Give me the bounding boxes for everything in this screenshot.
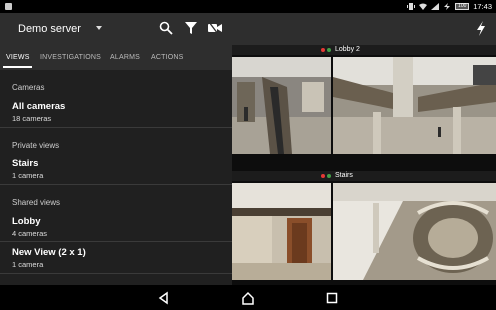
tab-views[interactable]: VIEWS [6, 54, 30, 61]
camera-off-icon[interactable] [208, 21, 222, 35]
camera-feed-lobby-2[interactable] [333, 57, 496, 154]
charging-icon [444, 3, 451, 10]
flash-icon[interactable] [476, 21, 486, 36]
status-dot-green [327, 174, 331, 178]
item-title: Lobby [12, 216, 41, 227]
tab-actions[interactable]: ACTIONS [151, 54, 184, 61]
camera-label-lobby: Lobby 2 [335, 46, 360, 53]
camera-header-lobby: Lobby 2 [232, 45, 496, 55]
recents-icon[interactable] [325, 291, 339, 305]
camera-view-area: Lobby 2 Stairs [232, 45, 496, 285]
chevron-down-icon[interactable] [96, 26, 102, 30]
status-dot-red [321, 48, 325, 52]
item-title: Stairs [12, 158, 39, 169]
section-shared-views: Shared views [12, 198, 61, 207]
divider [0, 241, 232, 242]
camera-label-stairs: Stairs [335, 172, 353, 179]
views-list: Cameras All cameras 18 cameras Private v… [0, 70, 232, 285]
camera-feed-lobby-1[interactable] [232, 57, 331, 154]
divider [0, 184, 232, 185]
item-subtitle: 4 cameras [12, 229, 48, 238]
battery-level: 100 [455, 3, 470, 10]
system-nav-bar [0, 285, 496, 310]
tab-alarms[interactable]: ALARMS [110, 54, 140, 61]
item-subtitle: 18 cameras [12, 114, 52, 123]
signal-icon [431, 3, 440, 10]
search-icon[interactable] [159, 21, 173, 35]
filter-icon[interactable] [184, 21, 198, 35]
camera-header-stairs: Stairs [232, 171, 496, 181]
view-toolbar [232, 13, 496, 45]
clock: 17:43 [473, 2, 492, 11]
divider [0, 127, 232, 128]
status-dot-red [321, 174, 325, 178]
vibrate-icon [407, 3, 416, 10]
status-bar: 100 17:43 [0, 0, 496, 13]
active-tab-indicator [3, 66, 32, 68]
camera-feed-stairs-2[interactable] [333, 183, 496, 280]
status-dot-green [327, 48, 331, 52]
server-name[interactable]: Demo server [18, 23, 81, 35]
left-panel: Demo server VIEWS INVESTIGATIONS ALARMS … [0, 13, 232, 285]
tab-investigations[interactable]: INVESTIGATIONS [40, 54, 101, 61]
camera-feed-stairs-1[interactable] [232, 183, 331, 280]
divider [0, 273, 232, 274]
back-icon[interactable] [157, 291, 171, 305]
section-private-views: Private views [12, 141, 60, 150]
wifi-icon [419, 3, 428, 10]
item-title: New View (2 x 1) [12, 247, 86, 258]
notification-icon [5, 3, 12, 10]
app-bar: Demo server [0, 13, 232, 45]
item-title: All cameras [12, 101, 66, 112]
section-cameras: Cameras [12, 83, 45, 92]
home-icon[interactable] [241, 291, 255, 305]
item-subtitle: 1 camera [12, 171, 44, 180]
item-subtitle: 1 camera [12, 260, 44, 269]
